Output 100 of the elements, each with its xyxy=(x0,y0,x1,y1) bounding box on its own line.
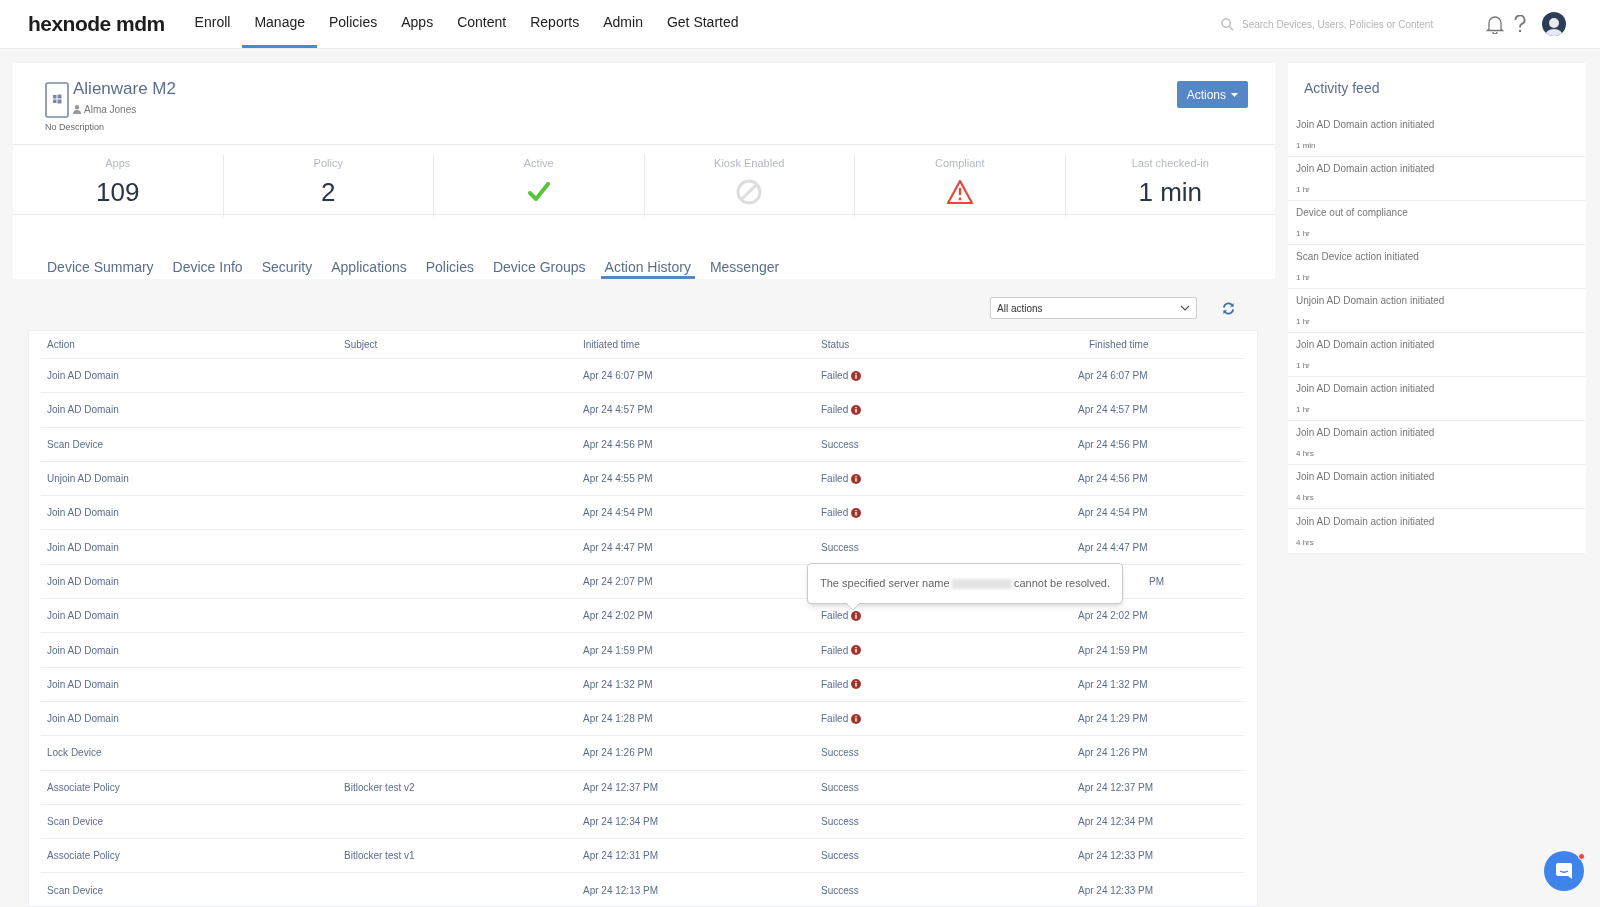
stat-value: 2 xyxy=(321,175,336,208)
tablet-icon xyxy=(45,82,69,118)
column-header: Status xyxy=(821,338,850,352)
table-cell-text: Scan Device xyxy=(47,437,104,452)
tooltip-text: The specified server name xyxy=(820,576,950,592)
nav-link[interactable]: Admin xyxy=(591,0,655,48)
nav-link[interactable]: Content xyxy=(445,0,519,48)
table-cell-text: Lock Device xyxy=(47,746,102,761)
activity-text: Join AD Domain action initiated xyxy=(1296,162,1436,176)
activity-time: 4 hrs xyxy=(1296,492,1315,504)
user-avatar[interactable] xyxy=(1542,12,1566,36)
info-icon xyxy=(851,679,862,690)
help-button[interactable] xyxy=(1514,15,1526,33)
device-user: Alma Jones xyxy=(84,103,137,117)
status-text: Success xyxy=(821,780,859,795)
table-cell-text: Apr 24 6:07 PM xyxy=(583,369,653,384)
refresh-button[interactable] xyxy=(1222,301,1235,315)
activity-time: 1 hr xyxy=(1296,272,1311,284)
device-description: No Description xyxy=(45,121,106,134)
info-icon xyxy=(851,713,862,724)
column-header: Action xyxy=(47,338,75,352)
table-cell-text: Apr 24 2:07 PM xyxy=(583,574,653,589)
nav-link[interactable]: Enroll xyxy=(182,0,243,48)
activity-text: Join AD Domain action initiated xyxy=(1296,514,1436,529)
column-header: Finished time xyxy=(1089,338,1149,352)
prohibited-icon xyxy=(736,178,763,205)
stat-value: 109 xyxy=(96,175,140,208)
status-text: Success xyxy=(821,746,859,761)
tab[interactable]: Security xyxy=(257,257,317,279)
table-cell-text: Apr 24 1:32 PM xyxy=(583,677,653,692)
tab[interactable]: Device Summary xyxy=(43,257,158,279)
activity-text: Join AD Domain action initiated xyxy=(1296,382,1436,396)
activity-time: 1 hr xyxy=(1296,404,1311,416)
refresh-icon xyxy=(1222,301,1235,315)
chat-button[interactable] xyxy=(1544,851,1584,891)
table-cell-text: Apr 24 4:54 PM xyxy=(1078,506,1148,521)
table-cell-text: Apr 24 4:47 PM xyxy=(1078,540,1148,555)
stat-label: Kiosk Enabled xyxy=(714,156,785,171)
help-icon xyxy=(1514,15,1526,33)
table-cell-text: Associate Policy xyxy=(47,780,120,795)
table-cell-text: Associate Policy xyxy=(47,849,120,864)
info-icon xyxy=(851,507,862,518)
table-cell-text: Scan Device xyxy=(47,815,104,829)
tab[interactable]: Applications xyxy=(327,257,411,279)
actions-button[interactable]: Actions xyxy=(1176,81,1248,108)
info-icon xyxy=(851,610,862,621)
nav-link[interactable]: Manage xyxy=(242,0,317,48)
table-cell-text: Apr 24 4:57 PM xyxy=(1078,403,1148,418)
activity-time: 4 hrs xyxy=(1296,448,1315,460)
activity-text: Join AD Domain action initiated xyxy=(1296,426,1436,440)
table-cell: Bitlocker test v2 xyxy=(344,781,415,793)
table-cell-text: Apr 24 1:29 PM xyxy=(1078,712,1148,727)
activity-time: 1 hr xyxy=(1296,228,1311,240)
stat-label: Compliant xyxy=(935,156,985,171)
status-text: Failed xyxy=(821,609,849,624)
nav-link[interactable]: Get Started xyxy=(654,0,751,48)
warning-icon xyxy=(945,178,974,205)
table-cell-text: Apr 24 2:02 PM xyxy=(1078,609,1148,624)
status-text: Failed xyxy=(821,506,849,521)
table-cell: Bitlocker test v1 xyxy=(344,850,415,862)
activity-time: 1 hr xyxy=(1296,184,1311,196)
tab[interactable]: Device Groups xyxy=(488,257,590,279)
activity-text: Join AD Domain action initiated xyxy=(1296,338,1436,352)
tab[interactable]: Device Info xyxy=(168,257,247,279)
nav-link[interactable]: Reports xyxy=(518,0,592,48)
table-cell-text: Join AD Domain xyxy=(47,712,119,727)
table-cell-text: Apr 24 4:47 PM xyxy=(583,540,653,555)
redacted-text xyxy=(951,578,1012,589)
tab[interactable]: Messenger xyxy=(705,257,784,279)
table-cell-text: Apr 24 1:26 PM xyxy=(1078,746,1148,761)
table-cell-text: Apr 24 12:31 PM xyxy=(583,849,659,864)
info-icon xyxy=(851,473,862,484)
table-cell-text: Apr 24 1:28 PM xyxy=(583,712,653,727)
actions-filter-dropdown[interactable]: All actions xyxy=(990,297,1197,319)
info-icon xyxy=(851,404,862,415)
table-cell-text: Join AD Domain xyxy=(47,643,119,658)
logo: hexnode mdm xyxy=(28,11,165,38)
nav-link[interactable]: Apps xyxy=(389,0,446,48)
table-cell-text: Apr 24 1:26 PM xyxy=(583,746,653,761)
table-cell-text: Apr 24 12:34 PM xyxy=(583,815,659,829)
status-text: Failed xyxy=(821,403,849,418)
search-field[interactable]: Search Devices, Users, Policies or Content xyxy=(1221,16,1446,32)
activity-text: Device out of compliance xyxy=(1296,206,1409,220)
stat-label: Apps xyxy=(105,156,131,171)
status-text: Failed xyxy=(821,472,849,487)
tab[interactable]: Policies xyxy=(421,257,478,279)
nav-link[interactable]: Policies xyxy=(317,0,390,48)
table-cell-text: Apr 24 4:55 PM xyxy=(583,472,653,487)
table-cell-text: Scan Device xyxy=(47,883,104,898)
status-text: Failed xyxy=(821,677,849,692)
notifications-button[interactable] xyxy=(1486,14,1504,34)
table-cell-text: Join AD Domain xyxy=(47,506,119,521)
activity-time: 1 min xyxy=(1296,140,1317,152)
table-cell-text: Apr 24 12:34 PM xyxy=(1078,815,1154,829)
status-text: Failed xyxy=(821,369,849,384)
tab[interactable]: Action History xyxy=(600,257,695,279)
caret-icon xyxy=(1231,92,1238,97)
table-cell-text: Join AD Domain xyxy=(47,574,119,589)
table-cell-text: Apr 24 12:33 PM xyxy=(1078,849,1154,864)
table-cell-text: Join AD Domain xyxy=(47,540,119,555)
